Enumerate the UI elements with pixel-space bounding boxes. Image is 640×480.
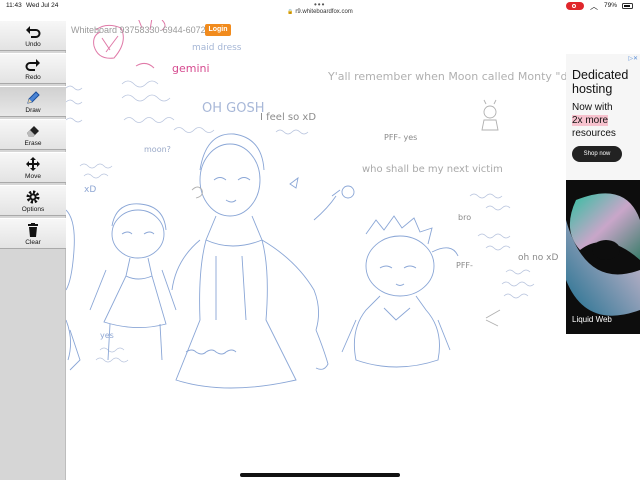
options-button[interactable]: Options: [0, 185, 66, 216]
note-yall-remember: Y'all remember when Moon called Monty "d…: [327, 70, 566, 83]
clear-label: Clear: [25, 239, 41, 246]
eraser-icon: [27, 126, 39, 137]
move-icon: [26, 157, 40, 171]
note-moon: moon?: [144, 145, 171, 154]
draw-label: Draw: [25, 107, 41, 114]
address-bar[interactable]: 🔒 r9.whiteboardfox.com: [0, 9, 640, 20]
note-xd: xD: [84, 185, 96, 195]
trash-icon: [28, 223, 38, 237]
note-next-victim: who shall be my next victim: [362, 164, 503, 175]
ad-body-pre: Now with: [572, 102, 613, 113]
multitask-dots[interactable]: •••: [314, 0, 325, 9]
sketch-maid-figure: [171, 133, 355, 389]
note-pff-yes: PFF- yes: [384, 133, 417, 142]
redo-icon: [25, 59, 40, 71]
clear-button[interactable]: Clear: [0, 218, 66, 249]
pen-icon: [27, 91, 40, 104]
battery-level: [624, 5, 630, 7]
note-yes: yes: [100, 331, 114, 340]
lock-icon: 🔒: [287, 9, 294, 15]
ad-abstract-shape: [566, 193, 640, 316]
status-date: Wed Jul 24: [26, 2, 59, 9]
note-oh-gosh: OH GOSH: [202, 101, 264, 116]
note-maid-dress: maid dress: [192, 43, 242, 53]
ad-title: Dedicated hosting: [572, 68, 629, 96]
redo-label: Redo: [25, 74, 41, 81]
tool-sidebar: Undo Redo Draw Erase Move Options Clear: [0, 20, 66, 480]
undo-label: Undo: [25, 41, 41, 48]
note-i-feel-so: I feel so xD: [260, 112, 316, 123]
redo-button[interactable]: Redo: [0, 53, 66, 84]
ad-brand: Liquid Web: [572, 315, 612, 324]
ad-body-post: resources: [572, 128, 616, 139]
note-bro: bro: [458, 213, 471, 222]
sketch-left-partial: [66, 209, 81, 371]
sketch-doodles: [191, 99, 501, 327]
move-button[interactable]: Move: [0, 152, 66, 183]
sketch-right-girl: [341, 215, 459, 368]
gear-icon: [26, 190, 40, 204]
ad-image[interactable]: Liquid Web: [566, 180, 640, 334]
options-label: Options: [21, 206, 45, 213]
ad-choices-icon[interactable]: ▷✕: [628, 55, 638, 62]
note-oh-no: oh no xD: [518, 253, 558, 263]
login-button[interactable]: Login: [205, 24, 231, 36]
home-indicator[interactable]: [240, 473, 400, 477]
undo-button[interactable]: Undo: [0, 20, 66, 51]
board-title: Whiteboard 93758330-6944-6072: [71, 25, 206, 35]
ad-highlight: 2x more: [572, 115, 609, 126]
note-gemini: gemini: [172, 62, 210, 75]
ad-panel[interactable]: ▷✕ Dedicated hosting Now with 2x more re…: [566, 54, 640, 334]
ad-shop-now-button[interactable]: Shop now: [572, 146, 622, 162]
whiteboard-canvas[interactable]: maid dress gemini OH GOSH I feel so xD Y…: [66, 20, 566, 480]
erase-label: Erase: [24, 140, 42, 147]
battery-percent: 79%: [604, 2, 618, 9]
erase-button[interactable]: Erase: [0, 119, 66, 150]
undo-icon: [26, 26, 41, 38]
draw-button[interactable]: Draw: [0, 86, 66, 117]
note-pff: PFF-: [456, 261, 473, 270]
url-text: r9.whiteboardfox.com: [295, 9, 353, 15]
move-label: Move: [25, 173, 41, 180]
status-time: 11:43: [6, 2, 22, 9]
ad-body: Now with 2x more resources: [572, 101, 640, 140]
